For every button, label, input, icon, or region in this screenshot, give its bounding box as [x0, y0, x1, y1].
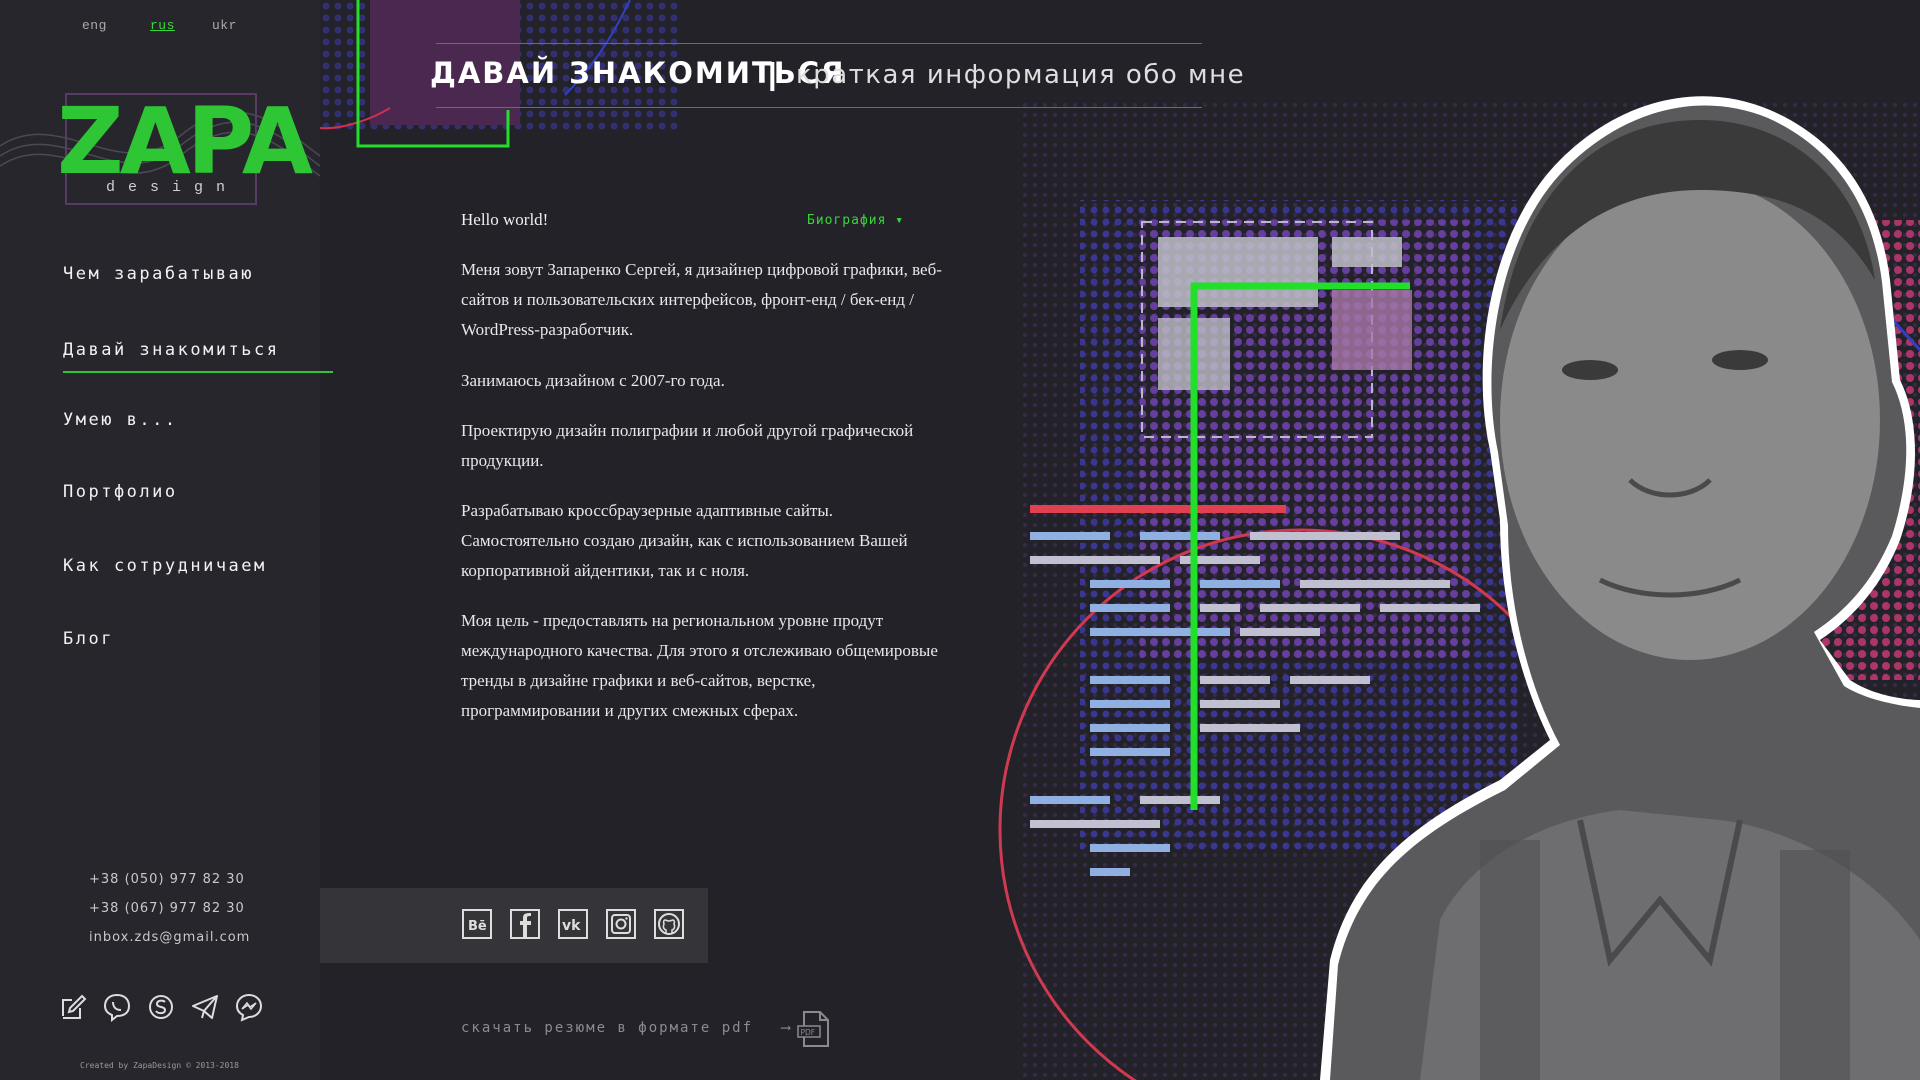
bio-paragraph-1: Меня зовут Запаренко Сергей, я дизайнер … — [461, 260, 942, 339]
logo-subtext: design — [106, 179, 239, 196]
hello-heading: Hello world! — [461, 210, 549, 229]
phone-2[interactable]: +38 (067) 977 82 30 — [89, 901, 250, 930]
svg-text:Bē: Bē — [468, 919, 487, 934]
instagram-icon[interactable] — [605, 908, 637, 940]
nav-item-earnings[interactable]: Чем зарабатываю — [0, 252, 340, 296]
svg-text:vk: vk — [562, 918, 581, 934]
page-subtitle: краткая информация обо мне — [796, 60, 1246, 90]
messenger-icon[interactable] — [234, 992, 264, 1022]
sidebar: eng rus ukr ZAPA design Чем зарабатываю … — [0, 0, 333, 1080]
logo-text: ZAPA — [57, 88, 313, 195]
contacts: +38 (050) 977 82 30 +38 (067) 977 82 30 … — [89, 872, 250, 959]
lang-eng[interactable]: eng — [82, 18, 107, 33]
nav-item-skills[interactable]: Умею в... — [0, 398, 340, 442]
header-bottom-line — [436, 107, 1202, 108]
write-icon[interactable] — [58, 992, 88, 1022]
pdf-file-icon[interactable]: PDF — [796, 1010, 830, 1048]
lang-rus[interactable]: rus — [150, 18, 175, 33]
facebook-icon[interactable] — [509, 908, 541, 940]
main-content: ДАВАЙ ЗНАКОМИТЬСЯ | краткая информация о… — [320, 0, 1920, 1080]
telegram-icon[interactable] — [190, 992, 220, 1022]
bio-paragraph-5: Моя цель - предоставлять на региональном… — [461, 611, 938, 720]
logo[interactable]: ZAPA design — [0, 86, 320, 211]
nav-item-blog[interactable]: Блог — [0, 617, 340, 661]
lang-ukr[interactable]: ukr — [212, 18, 237, 33]
page-title: ДАВАЙ ЗНАКОМИТЬСЯ — [430, 56, 846, 90]
header-top-line — [436, 43, 1202, 44]
nav-item-about[interactable]: Давай знакомиться — [0, 328, 340, 373]
arrow-right-icon: ⟶ — [781, 1020, 790, 1036]
bio-paragraph-3: Проектирую дизайн полиграфии и любой дру… — [461, 421, 914, 470]
resume-label: скачать резюме в формате pdf — [461, 1020, 754, 1036]
behance-icon[interactable]: Bē — [461, 908, 493, 940]
pdf-label: PDF — [801, 1028, 816, 1037]
vk-icon[interactable]: vk — [557, 908, 589, 940]
github-icon[interactable] — [653, 908, 685, 940]
bio-paragraph-4: Разрабатываю кроссбраузерные адаптивные … — [461, 501, 908, 580]
download-resume-link[interactable]: скачать резюме в формате pdf ⟶ — [461, 1020, 790, 1036]
nav-item-portfolio[interactable]: Портфолио — [0, 470, 340, 514]
title-separator: | — [768, 56, 777, 91]
viber-icon[interactable] — [102, 992, 132, 1022]
messenger-links — [58, 992, 264, 1022]
credits: Created by ZapaDesign © 2013-2018 — [80, 1061, 239, 1070]
email-link[interactable]: inbox.zds@gmail.com — [89, 930, 250, 959]
nav-item-cooperation[interactable]: Как сотрудничаем — [0, 544, 340, 588]
bio-paragraph-2: Занимаюсь дизайном с 2007-го года. — [461, 371, 725, 390]
phone-1[interactable]: +38 (050) 977 82 30 — [89, 872, 250, 901]
biography-dropdown[interactable]: Биография ▾ — [807, 213, 904, 228]
skype-icon[interactable] — [146, 992, 176, 1022]
